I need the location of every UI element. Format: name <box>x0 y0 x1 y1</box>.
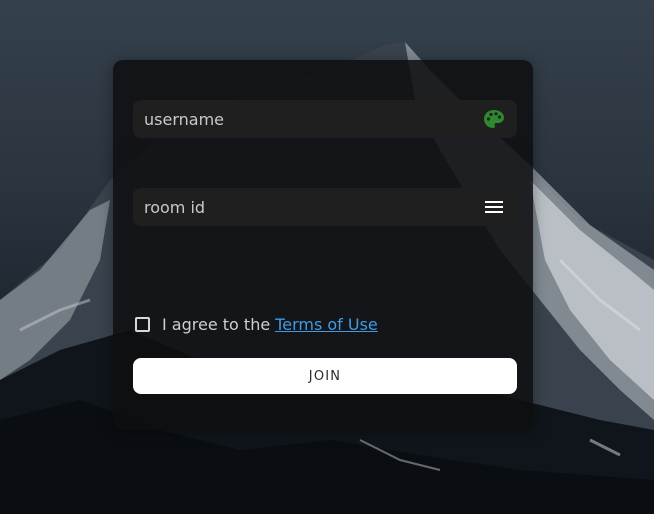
room-id-field[interactable] <box>133 188 517 226</box>
palette-icon[interactable] <box>483 109 505 129</box>
username-field[interactable] <box>133 100 517 138</box>
menu-icon[interactable] <box>483 197 505 217</box>
agree-checkbox[interactable] <box>135 316 150 332</box>
agree-row: I agree to the Terms of Use <box>135 313 378 335</box>
join-button[interactable]: JOIN <box>133 358 517 394</box>
terms-of-use-link[interactable]: Terms of Use <box>275 315 378 334</box>
agree-label: I agree to the <box>162 314 271 334</box>
room-id-input[interactable] <box>133 188 474 226</box>
join-card: I agree to the Terms of Use JOIN <box>113 60 533 430</box>
username-input[interactable] <box>133 100 474 138</box>
